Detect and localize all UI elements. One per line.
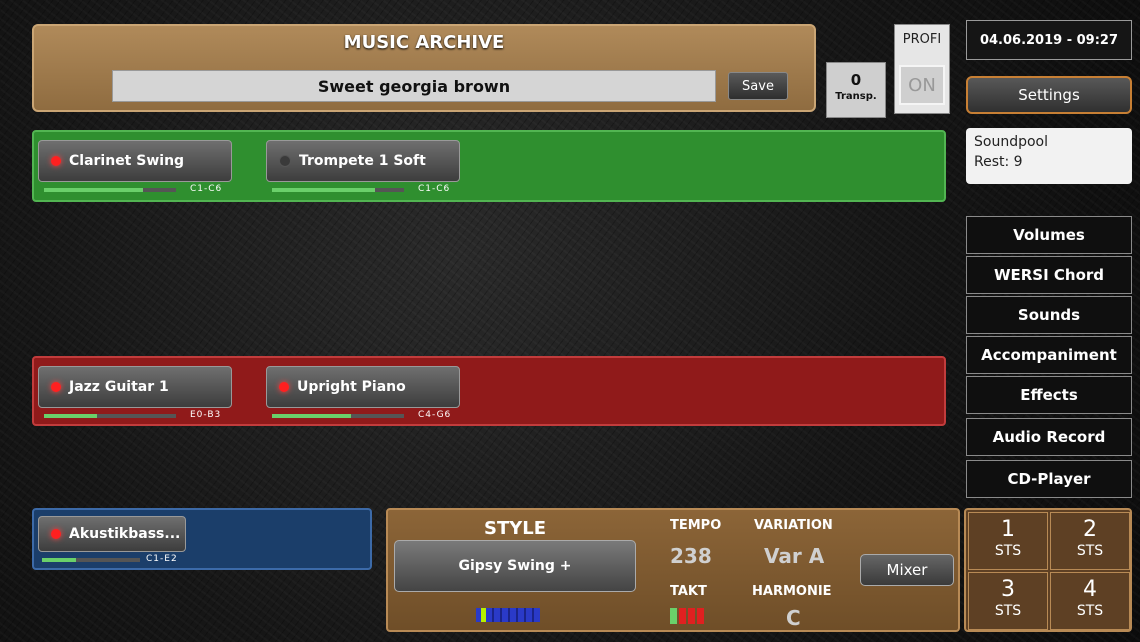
menu-audio-record[interactable]: Audio Record: [966, 418, 1132, 456]
menu-sounds[interactable]: Sounds: [966, 296, 1132, 334]
song-name-field[interactable]: Sweet georgia brown: [112, 70, 716, 102]
voice-label: Upright Piano: [297, 379, 406, 395]
volume-fill: [44, 414, 97, 418]
voice-active-led: [279, 382, 289, 392]
datetime-display: 04.06.2019 - 09:27: [966, 20, 1132, 60]
mixer-button[interactable]: Mixer: [860, 554, 954, 586]
sts-button-2[interactable]: 2 STS: [1050, 512, 1130, 570]
volume-fill: [272, 188, 375, 192]
lower-voices-bar: Jazz Guitar 1 E0-B3 Upright Piano C4-G6: [32, 356, 946, 426]
volume-slider[interactable]: [42, 558, 140, 562]
menu-cd-player[interactable]: CD-Player: [966, 460, 1132, 498]
sts-number: 4: [1083, 577, 1097, 602]
voice-label: Akustikbass...: [69, 526, 181, 542]
transpose-value: 0: [850, 71, 862, 89]
soundpool-title: Soundpool: [974, 134, 1048, 150]
menu-accompaniment[interactable]: Accompaniment: [966, 336, 1132, 374]
voice-range: C4-G6: [418, 410, 452, 420]
voice-range: C1-C6: [418, 184, 451, 194]
variation-value[interactable]: Var A: [764, 544, 824, 568]
voice-active-led: [51, 382, 61, 392]
variation-label: VARIATION: [754, 518, 833, 533]
style-progress-indicator: [476, 608, 540, 622]
sts-label: STS: [994, 543, 1022, 559]
profi-label: PROFI: [902, 32, 942, 47]
takt-label: TAKT: [670, 584, 707, 599]
harmonie-value[interactable]: C: [786, 606, 801, 630]
volume-fill: [44, 188, 143, 192]
save-button[interactable]: Save: [728, 72, 788, 100]
transpose-display[interactable]: 0 Transp.: [826, 62, 886, 118]
voice-active-led: [51, 529, 61, 539]
volume-fill: [42, 558, 77, 562]
sts-label: STS: [994, 603, 1022, 619]
voice-button-clarinet-swing[interactable]: Clarinet Swing: [38, 140, 232, 182]
profi-panel: PROFI ON: [894, 24, 950, 114]
sts-number: 2: [1083, 517, 1097, 542]
menu-effects[interactable]: Effects: [966, 376, 1132, 414]
sts-button-4[interactable]: 4 STS: [1050, 572, 1130, 630]
profi-toggle[interactable]: ON: [899, 65, 945, 105]
settings-button[interactable]: Settings: [966, 76, 1132, 114]
upper-voices-bar: Clarinet Swing C1-C6 Trompete 1 Soft C1-…: [32, 130, 946, 202]
harmonie-label: HARMONIE: [752, 584, 832, 599]
style-panel: STYLE Gipsy Swing + TEMPO 238 TAKT VARIA…: [386, 508, 960, 632]
voice-range: C1-E2: [146, 554, 178, 564]
sts-button-3[interactable]: 3 STS: [968, 572, 1048, 630]
volume-slider[interactable]: [44, 414, 176, 418]
sts-panel: 1 STS 2 STS 3 STS 4 STS: [964, 508, 1132, 632]
voice-button-upright-piano[interactable]: Upright Piano: [266, 366, 460, 408]
volume-slider[interactable]: [272, 188, 404, 192]
sts-number: 3: [1001, 577, 1015, 602]
style-select-button[interactable]: Gipsy Swing +: [394, 540, 636, 592]
voice-range: C1-C6: [190, 184, 223, 194]
volume-slider[interactable]: [272, 414, 404, 418]
sts-label: STS: [1076, 603, 1104, 619]
sts-button-1[interactable]: 1 STS: [968, 512, 1048, 570]
sts-label: STS: [1076, 543, 1104, 559]
voice-label: Jazz Guitar 1: [69, 379, 169, 395]
tempo-value[interactable]: 238: [670, 544, 712, 568]
voice-button-trompete-1-soft[interactable]: Trompete 1 Soft: [266, 140, 460, 182]
menu-volumes[interactable]: Volumes: [966, 216, 1132, 254]
takt-indicator: [670, 608, 704, 624]
voice-button-jazz-guitar-1[interactable]: Jazz Guitar 1: [38, 366, 232, 408]
volume-slider[interactable]: [44, 188, 176, 192]
style-title: STYLE: [484, 518, 547, 539]
voice-active-led: [51, 156, 61, 166]
voice-range: E0-B3: [190, 410, 222, 420]
volume-fill: [272, 414, 352, 418]
music-archive-panel[interactable]: MUSIC ARCHIVE Sweet georgia brown Save: [32, 24, 816, 112]
soundpool-rest: Rest: 9: [974, 154, 1023, 170]
menu-wersi-chord[interactable]: WERSI Chord: [966, 256, 1132, 294]
tempo-label: TEMPO: [670, 518, 722, 533]
voice-label: Clarinet Swing: [69, 153, 185, 169]
transpose-label: Transp.: [835, 91, 877, 102]
archive-title: MUSIC ARCHIVE: [343, 32, 505, 53]
voice-label: Trompete 1 Soft: [299, 153, 426, 169]
bass-voices-bar: Akustikbass... C1-E2: [32, 508, 372, 570]
voice-button-akustikbass[interactable]: Akustikbass...: [38, 516, 186, 552]
voice-inactive-led: [279, 155, 291, 167]
sts-number: 1: [1001, 517, 1015, 542]
soundpool-info[interactable]: Soundpool Rest: 9: [966, 128, 1132, 184]
